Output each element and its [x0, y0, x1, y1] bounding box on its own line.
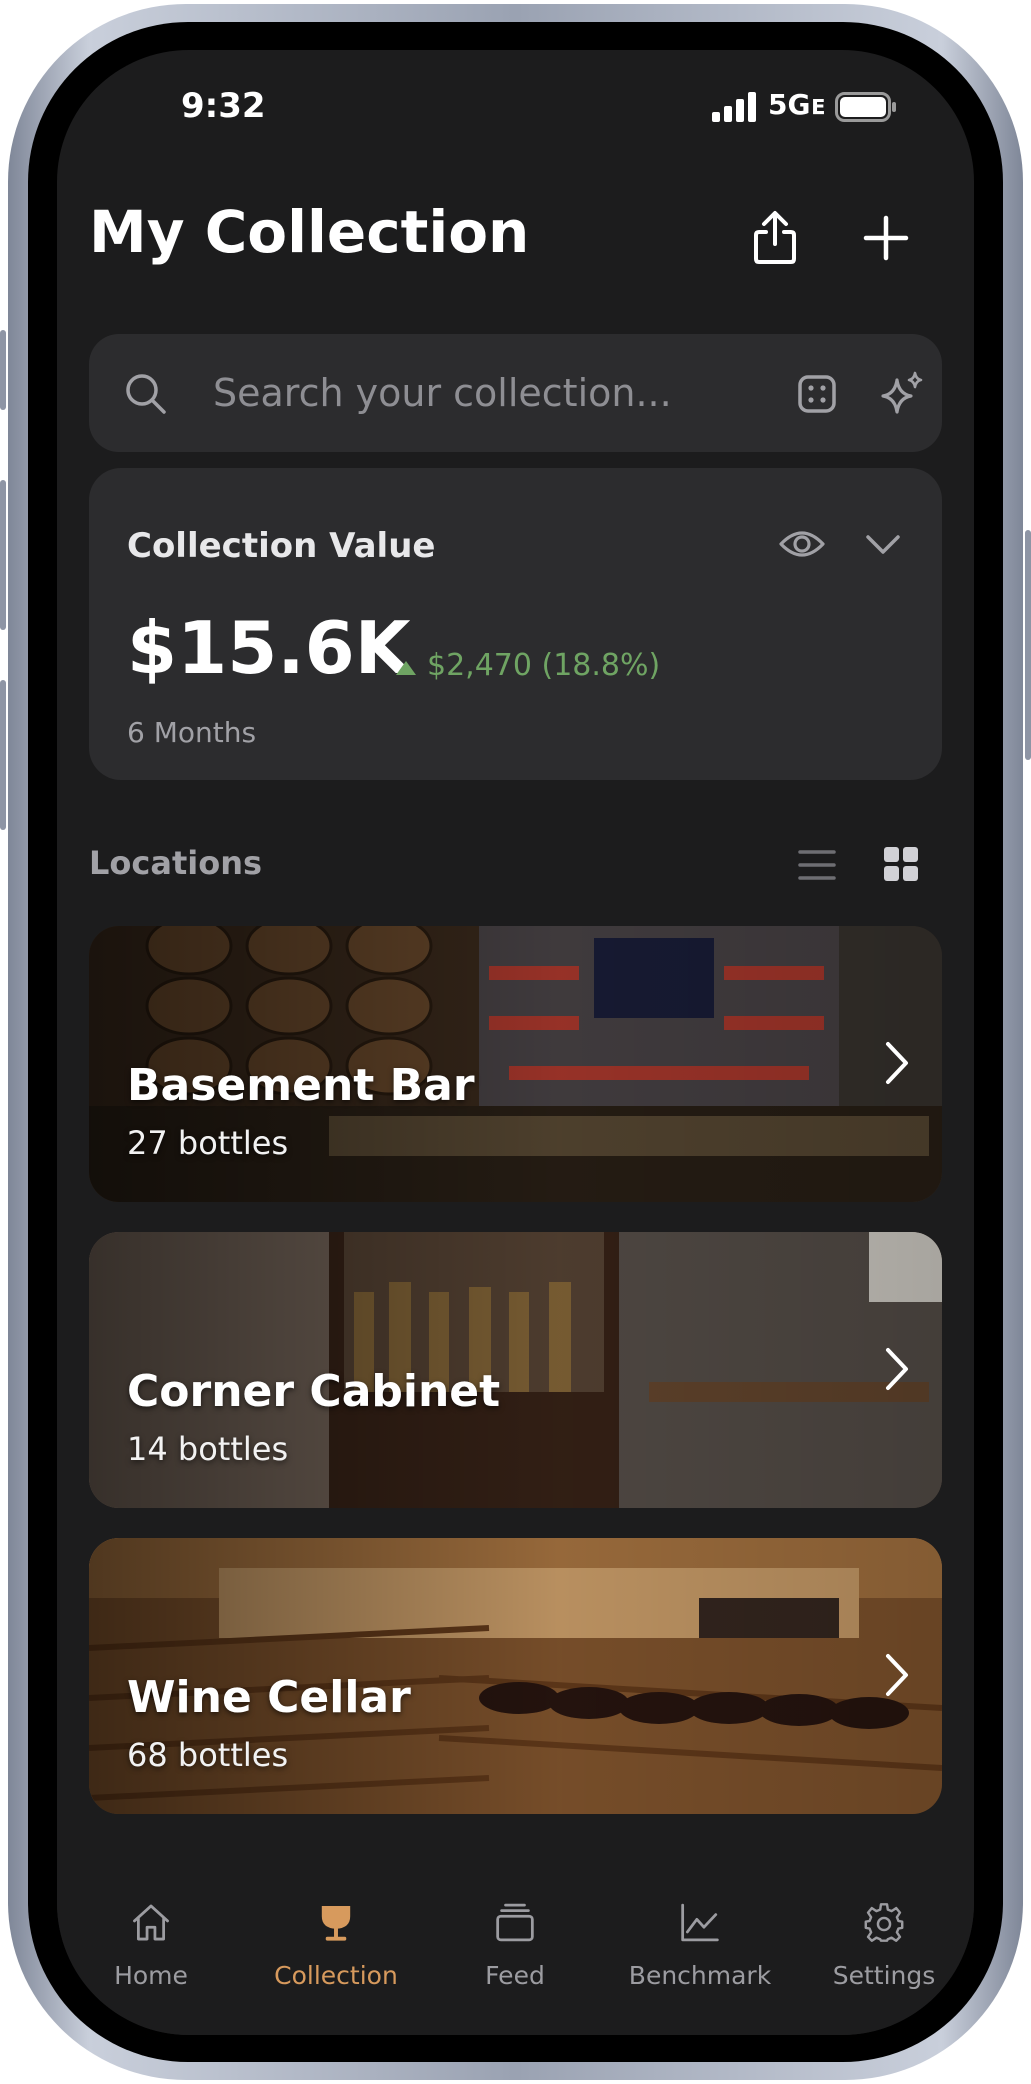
- chevron-down-icon[interactable]: [865, 534, 901, 556]
- grid-view-icon[interactable]: [883, 846, 919, 882]
- location-bottle-count: 68 bottles: [127, 1736, 289, 1774]
- signal-icon: [712, 92, 756, 122]
- battery-icon: [835, 92, 896, 122]
- collection-value-amount: $15.6K: [127, 606, 411, 690]
- tab-label: Benchmark: [628, 1961, 772, 1990]
- gear-icon: [864, 1903, 904, 1942]
- ring-switch: [0, 330, 6, 410]
- glass-icon: [321, 1905, 351, 1941]
- plus-icon: [863, 215, 909, 261]
- tab-benchmark[interactable]: Benchmark: [610, 1840, 790, 1990]
- tab-label: Home: [114, 1961, 188, 1990]
- network-label: 5Gᴇ: [768, 88, 827, 121]
- share-button[interactable]: [745, 208, 805, 268]
- collection-value-change: $2,470 (18.8%): [427, 648, 661, 683]
- sparkles-icon[interactable]: [877, 370, 925, 418]
- locations-heading: Locations: [89, 844, 263, 882]
- tab-label: Settings: [832, 1961, 936, 1990]
- tab-feed[interactable]: Feed: [425, 1840, 605, 1990]
- eye-icon[interactable]: [779, 528, 825, 560]
- search-icon: [126, 374, 166, 414]
- location-name: Corner Cabinet: [127, 1366, 501, 1417]
- location-card-wine-cellar[interactable]: Wine Cellar 68 bottles: [89, 1538, 942, 1814]
- location-card-corner-cabinet[interactable]: Corner Cabinet 14 bottles: [89, 1232, 942, 1508]
- tab-bar: Home Collection Feed Benchmark Settings: [57, 1840, 974, 2035]
- share-icon: [754, 211, 796, 264]
- status-time: 9:32: [181, 86, 266, 126]
- tab-settings[interactable]: Settings: [794, 1840, 974, 1990]
- volume-down-button: [0, 680, 6, 830]
- volume-up-button: [0, 480, 6, 630]
- chevron-right-icon: [886, 1042, 908, 1084]
- chevron-right-icon: [886, 1654, 908, 1696]
- scan-icon[interactable]: [797, 374, 837, 414]
- tab-home[interactable]: Home: [61, 1840, 241, 1990]
- trend-up-icon: [396, 661, 416, 675]
- tab-collection[interactable]: Collection: [246, 1840, 426, 1990]
- tab-label: Collection: [274, 1961, 398, 1990]
- location-name: Basement Bar: [127, 1060, 475, 1111]
- collection-value-period: 6 Months: [127, 716, 257, 749]
- chevron-right-icon: [886, 1348, 908, 1390]
- search-bar[interactable]: Search your collection...: [89, 334, 942, 452]
- list-view-icon[interactable]: [798, 848, 836, 882]
- collection-value-card[interactable]: Collection Value $15.6K $2,470 (18.8%) 6…: [89, 468, 942, 780]
- tab-label: Feed: [485, 1961, 545, 1990]
- page-title: My Collection: [89, 198, 530, 266]
- search-input[interactable]: Search your collection...: [213, 358, 672, 428]
- app-screen: 9:32 5Gᴇ My Collection Search your colle…: [57, 50, 974, 2035]
- location-card-basement-bar[interactable]: Basement Bar 27 bottles: [89, 926, 942, 1202]
- location-bottle-count: 27 bottles: [127, 1124, 289, 1162]
- home-icon: [133, 1904, 169, 1941]
- location-bottle-count: 14 bottles: [127, 1430, 289, 1468]
- stack-icon: [496, 1903, 534, 1942]
- power-button: [1025, 530, 1031, 760]
- add-button[interactable]: [856, 208, 916, 268]
- location-name: Wine Cellar: [127, 1672, 411, 1723]
- chart-icon: [681, 1903, 719, 1942]
- collection-value-title: Collection Value: [127, 526, 436, 566]
